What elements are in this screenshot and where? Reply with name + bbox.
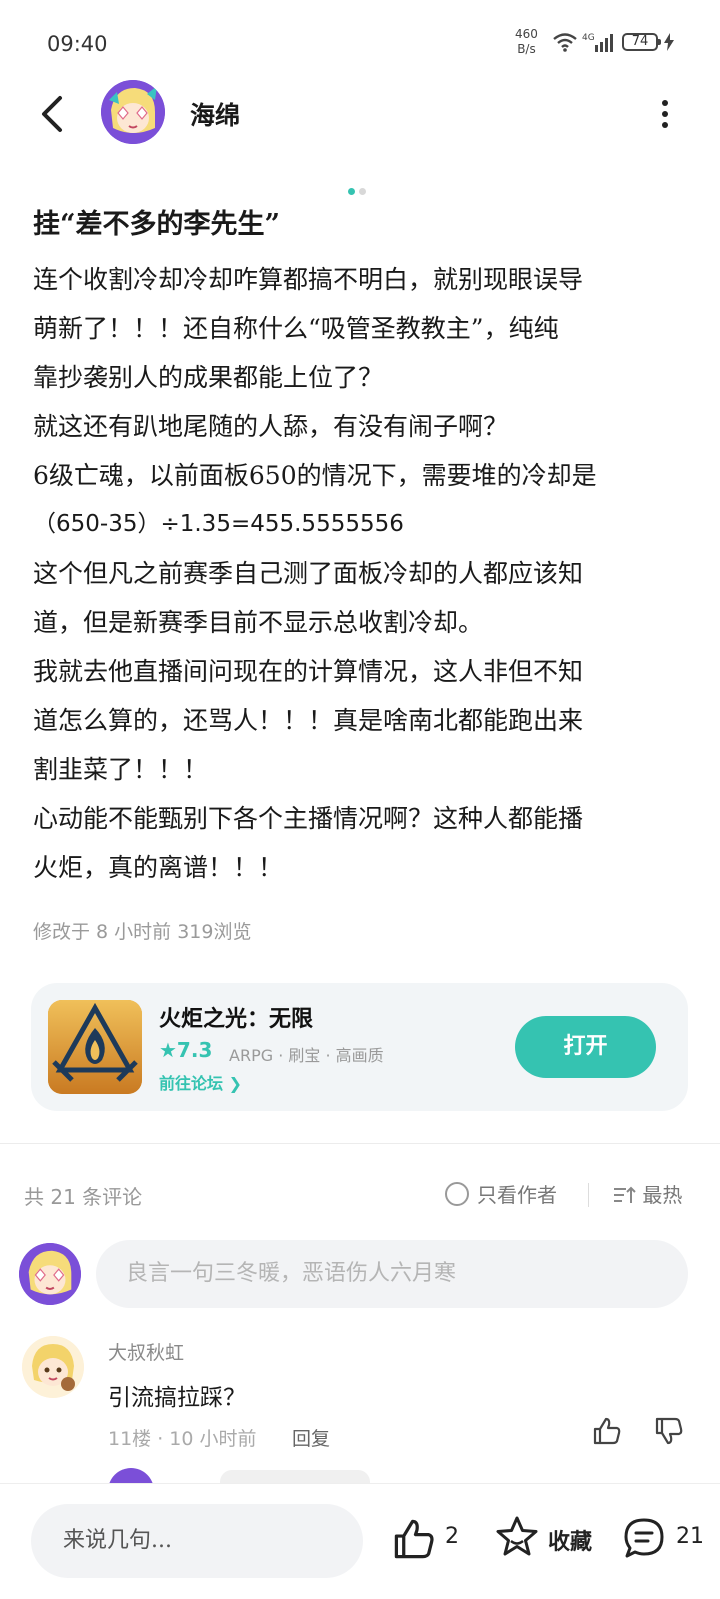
post-line: 靠抄袭别人的成果都能上位了？ xyxy=(33,363,384,392)
favorite-button[interactable]: 收藏 xyxy=(548,1524,592,1556)
page-dot-active xyxy=(348,188,355,195)
bottom-action-bar: 来说几句... 2 收藏 21 xyxy=(0,1483,720,1599)
anime-avatar-icon xyxy=(101,80,165,144)
commenter-avatar[interactable] xyxy=(22,1336,84,1398)
separator xyxy=(588,1183,589,1207)
commenter-name[interactable]: 大叔秋虹 xyxy=(108,1338,184,1365)
game-logo-icon[interactable] xyxy=(48,1000,142,1094)
more-options-icon[interactable] xyxy=(660,100,670,128)
post-header: 海绵 xyxy=(0,80,720,170)
page-indicator xyxy=(348,180,370,199)
post-line: 道，但是新赛季目前不显示总收割冷却。 xyxy=(33,608,484,637)
post-line: 割韭菜了！！！ xyxy=(33,755,209,784)
game-tags: ARPG · 刷宝 · 高画质 xyxy=(229,1046,384,1065)
reply-button[interactable]: 回复 xyxy=(292,1424,330,1451)
game-rating: ★7.3 xyxy=(159,1038,213,1062)
post-body: 连个收割冷却冷却咋算都搞不明白，就别现眼误导 萌新了！！！还自称什么“吸管圣教教… xyxy=(33,255,693,892)
comments-header: 共 21 条评论 只看作者 最热 xyxy=(0,1175,720,1215)
game-name[interactable]: 火炬之光：无限 xyxy=(159,1001,313,1033)
like-count: 2 xyxy=(445,1524,459,1549)
back-arrow-icon[interactable] xyxy=(36,94,70,134)
sort-icon xyxy=(614,1186,636,1203)
author-avatar[interactable] xyxy=(101,80,165,144)
star-icon[interactable] xyxy=(494,1514,540,1560)
post-line: 6级亡魂，以前面板650的情况下，需要堆的冷却是 xyxy=(33,461,597,490)
my-avatar[interactable] xyxy=(19,1243,81,1305)
post-line: 这个但凡之前赛季自己测了面板冷却的人都应该知 xyxy=(33,559,584,588)
thumbs-up-icon[interactable] xyxy=(592,1416,622,1446)
reply-input[interactable]: 来说几句... xyxy=(31,1504,363,1578)
anime-avatar-icon xyxy=(22,1336,84,1398)
comment-count-bottom: 21 xyxy=(676,1524,704,1549)
post-line: 心动能不能甄别下各个主播情况啊？这种人都能播 xyxy=(33,804,584,833)
battery-tip xyxy=(658,39,661,45)
comment-count: 共 21 条评论 xyxy=(24,1185,143,1209)
thumbs-down-icon[interactable] xyxy=(654,1416,684,1446)
post-line: 就这还有趴地尾随的人舔，有没有闹子啊？ xyxy=(33,412,509,441)
comment-meta: 11楼 · 10 小时前 xyxy=(108,1428,257,1450)
net-speed: 460 B/s xyxy=(515,27,538,56)
like-icon[interactable] xyxy=(392,1517,436,1561)
open-game-button[interactable]: 打开 xyxy=(515,1016,656,1078)
post-line: 连个收割冷却冷却咋算都搞不明白，就别现眼误导 xyxy=(33,265,584,294)
page-dot xyxy=(359,188,366,195)
post-meta: 修改于 8 小时前 319浏览 xyxy=(33,921,252,943)
post-line: 我就去他直播间问现在的计算情况，这人非但不知 xyxy=(33,657,584,686)
post-line: （650-35）÷1.35=455.5555556 xyxy=(33,511,404,537)
comment-text: 引流搞拉踩？ xyxy=(108,1385,246,1411)
section-divider xyxy=(0,1143,720,1144)
author-name[interactable]: 海绵 xyxy=(190,96,240,132)
post-line: 道怎么算的，还骂人！！！真是啥南北都能跑出来 xyxy=(33,706,584,735)
go-to-forum-link[interactable]: 前往论坛 ❯ xyxy=(159,1070,242,1094)
status-bar: 09:40 460 B/s 4G 74 xyxy=(0,0,720,80)
sort-toggle[interactable]: 最热 xyxy=(612,1179,682,1208)
only-author-toggle[interactable]: 只看作者 xyxy=(445,1179,557,1208)
signal-icon: 4G xyxy=(582,33,613,52)
comment-input[interactable]: 良言一句三冬暖，恶语伤人六月寒 xyxy=(96,1240,688,1308)
comment-icon[interactable] xyxy=(622,1516,666,1560)
post-title: 挂“差不多的李先生” xyxy=(33,209,281,240)
radio-circle-icon xyxy=(445,1182,469,1206)
svg-text:4G: 4G xyxy=(582,33,595,43)
anime-avatar-icon xyxy=(19,1243,81,1305)
battery-icon: 74 xyxy=(622,33,658,51)
game-card[interactable]: 火炬之光：无限 ★7.3 ARPG · 刷宝 · 高画质 前往论坛 ❯ 打开 xyxy=(31,983,688,1111)
post-line: 火炬，真的离谱！！！ xyxy=(33,853,284,882)
charging-icon xyxy=(664,33,674,51)
post-line: 萌新了！！！还自称什么“吸管圣教教主”，纯纯 xyxy=(33,314,559,343)
wifi-icon xyxy=(553,33,577,52)
status-time: 09:40 xyxy=(47,32,108,56)
